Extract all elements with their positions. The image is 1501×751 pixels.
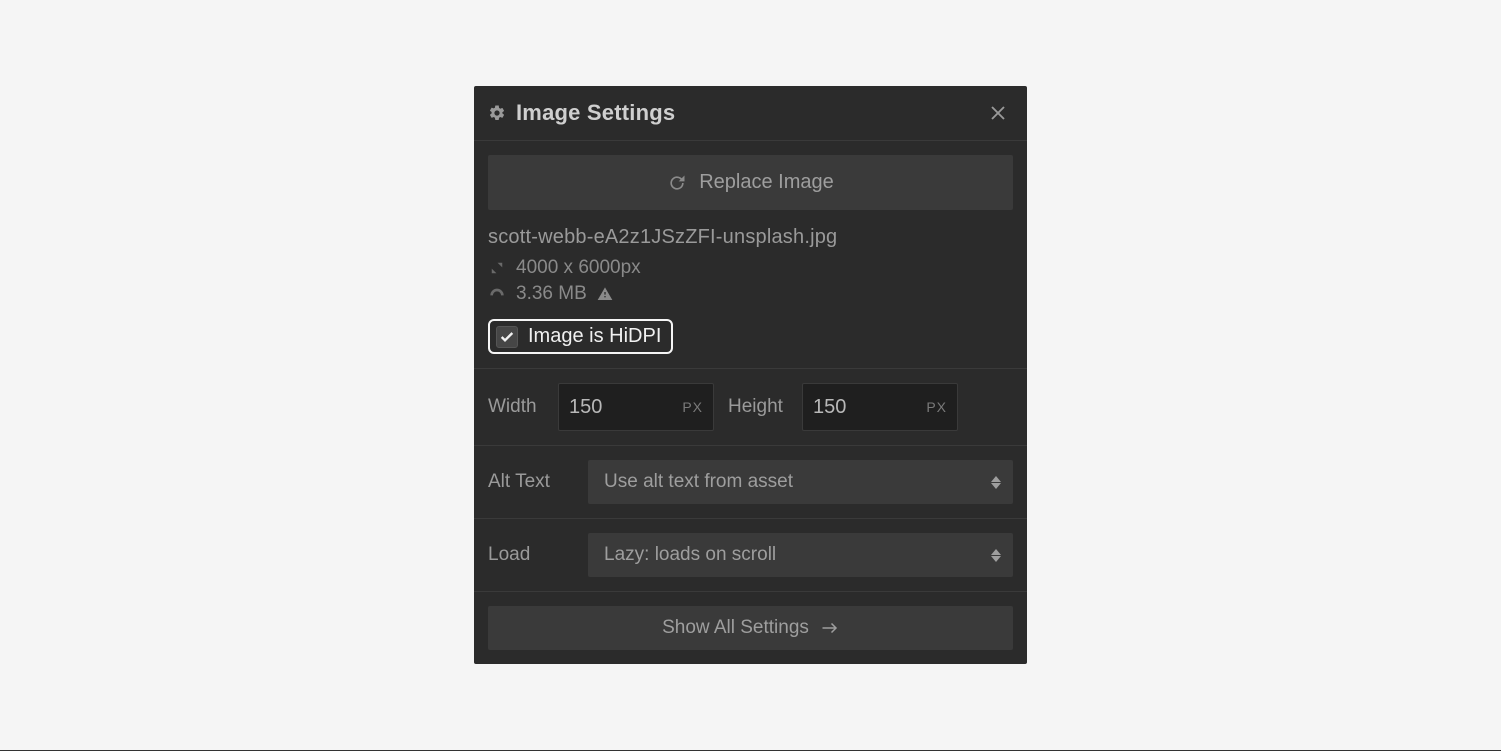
close-button[interactable]	[985, 102, 1011, 124]
width-input-wrap[interactable]: PX	[558, 383, 714, 431]
dimensions-icon	[488, 259, 506, 277]
replace-image-label: Replace Image	[699, 171, 834, 194]
alt-text-value: Use alt text from asset	[604, 471, 793, 493]
load-label: Load	[488, 544, 574, 566]
warning-icon	[597, 286, 613, 302]
file-dimensions-row: 4000 x 6000px	[488, 257, 1013, 279]
load-value: Lazy: loads on scroll	[604, 544, 776, 566]
check-icon	[499, 329, 515, 345]
alt-text-row: Alt Text Use alt text from asset	[488, 460, 1013, 504]
select-caret-icon	[991, 549, 1001, 562]
width-input[interactable]	[569, 396, 639, 419]
alt-text-label: Alt Text	[488, 471, 574, 493]
dimensions-row: Width PX Height PX	[488, 383, 1013, 431]
refresh-icon	[667, 173, 687, 193]
file-size: 3.36 MB	[516, 283, 587, 305]
alt-text-select[interactable]: Use alt text from asset	[588, 460, 1013, 504]
show-all-label: Show All Settings	[662, 617, 809, 639]
height-input[interactable]	[813, 396, 883, 419]
height-input-wrap[interactable]: PX	[802, 383, 958, 431]
dimensions-section: Width PX Height PX	[474, 369, 1027, 446]
width-label: Width	[488, 396, 544, 418]
file-size-row: 3.36 MB	[488, 283, 1013, 305]
load-row: Load Lazy: loads on scroll	[488, 533, 1013, 577]
gauge-icon	[488, 285, 506, 303]
replace-section: Replace Image scott-webb-eA2z1JSzZFI-uns…	[474, 141, 1027, 369]
show-all-settings-button[interactable]: Show All Settings	[488, 606, 1013, 650]
hidpi-label: Image is HiDPI	[528, 325, 661, 348]
panel-title-wrap: Image Settings	[488, 100, 675, 126]
file-name: scott-webb-eA2z1JSzZFI-unsplash.jpg	[488, 226, 1013, 249]
height-label: Height	[728, 396, 788, 418]
close-icon	[989, 104, 1007, 122]
footer-section: Show All Settings	[474, 592, 1027, 664]
alt-text-section: Alt Text Use alt text from asset	[474, 446, 1027, 519]
panel-header: Image Settings	[474, 86, 1027, 141]
image-settings-panel: Image Settings Replace Image scott-webb-…	[474, 86, 1027, 664]
arrow-right-icon	[821, 621, 839, 635]
gear-icon	[488, 104, 506, 122]
load-select[interactable]: Lazy: loads on scroll	[588, 533, 1013, 577]
panel-title: Image Settings	[516, 100, 675, 126]
replace-image-button[interactable]: Replace Image	[488, 155, 1013, 210]
file-dimensions: 4000 x 6000px	[516, 257, 641, 279]
hidpi-checkbox[interactable]	[496, 326, 518, 348]
load-section: Load Lazy: loads on scroll	[474, 519, 1027, 592]
width-unit: PX	[682, 399, 703, 415]
select-caret-icon	[991, 476, 1001, 489]
hidpi-checkbox-group[interactable]: Image is HiDPI	[488, 319, 673, 354]
height-unit: PX	[926, 399, 947, 415]
